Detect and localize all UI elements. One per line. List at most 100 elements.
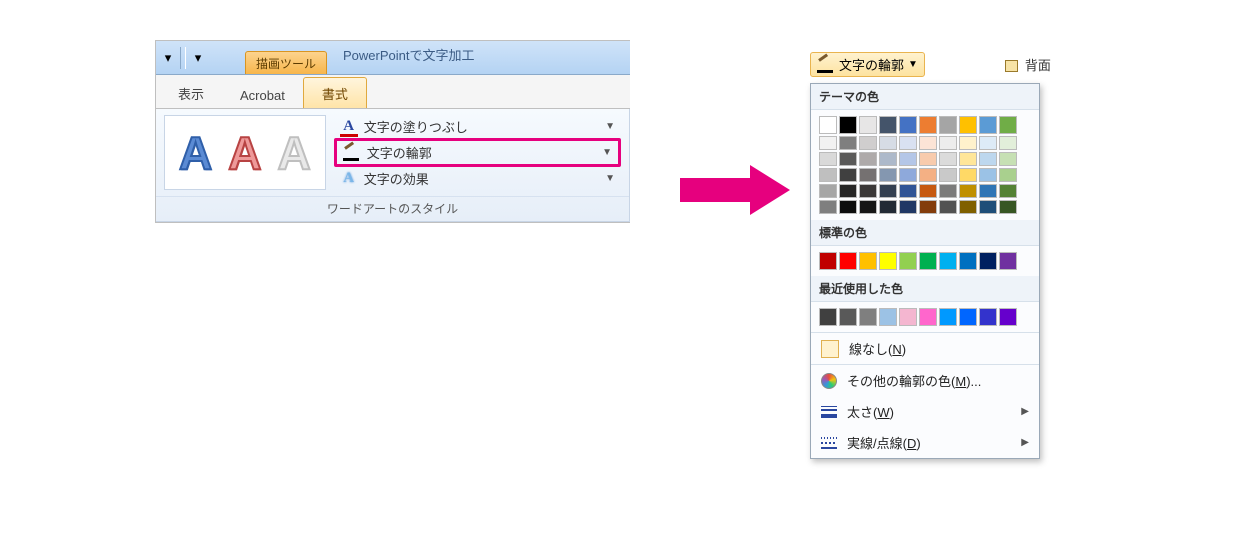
menu-more-outline-colors[interactable]: その他の輪郭の色(M)... xyxy=(811,365,1039,396)
standard-color-7[interactable] xyxy=(959,252,977,270)
theme-shade-5-0[interactable] xyxy=(919,136,937,150)
tab-acrobat[interactable]: Acrobat xyxy=(222,82,303,108)
theme-shade-1-4[interactable] xyxy=(839,200,857,214)
wordart-gallery[interactable]: A A A xyxy=(164,115,326,190)
theme-shade-6-2[interactable] xyxy=(939,168,957,182)
text-effects-button[interactable]: A 文字の効果 ▼ xyxy=(334,167,621,190)
standard-color-9[interactable] xyxy=(999,252,1017,270)
theme-shade-0-1[interactable] xyxy=(819,152,837,166)
text-outline-button[interactable]: 文字の輪郭 ▼ xyxy=(334,138,621,167)
theme-shade-7-0[interactable] xyxy=(959,136,977,150)
send-to-back-button[interactable]: 背面 xyxy=(1005,55,1051,74)
theme-shade-1-3[interactable] xyxy=(839,184,857,198)
wordart-preset-3[interactable]: A xyxy=(277,130,310,176)
annotation-arrow xyxy=(680,160,790,220)
theme-shade-8-0[interactable] xyxy=(979,136,997,150)
recent-color-0[interactable] xyxy=(819,308,837,326)
recent-color-4[interactable] xyxy=(899,308,917,326)
recent-color-2[interactable] xyxy=(859,308,877,326)
recent-color-3[interactable] xyxy=(879,308,897,326)
text-fill-button[interactable]: A 文字の塗りつぶし ▼ xyxy=(334,115,621,138)
theme-color-0[interactable] xyxy=(819,116,837,134)
theme-shade-6-0[interactable] xyxy=(939,136,957,150)
theme-shade-9-4[interactable] xyxy=(999,200,1017,214)
theme-shade-6-4[interactable] xyxy=(939,200,957,214)
theme-shade-3-1[interactable] xyxy=(879,152,897,166)
menu-weight[interactable]: 太さ(W) ▶ xyxy=(811,396,1039,427)
theme-shade-7-1[interactable] xyxy=(959,152,977,166)
theme-shade-4-2[interactable] xyxy=(899,168,917,182)
theme-shade-0-4[interactable] xyxy=(819,200,837,214)
qat-overflow-dropdown[interactable]: ▾ xyxy=(192,45,204,71)
theme-color-9[interactable] xyxy=(999,116,1017,134)
theme-shade-4-4[interactable] xyxy=(899,200,917,214)
theme-shade-7-4[interactable] xyxy=(959,200,977,214)
theme-shade-2-2[interactable] xyxy=(859,168,877,182)
recent-color-6[interactable] xyxy=(939,308,957,326)
theme-shade-1-1[interactable] xyxy=(839,152,857,166)
theme-shade-4-3[interactable] xyxy=(899,184,917,198)
qat-customize-dropdown[interactable]: ▾ xyxy=(162,45,174,71)
theme-shade-7-3[interactable] xyxy=(959,184,977,198)
theme-shade-5-4[interactable] xyxy=(919,200,937,214)
theme-shade-0-0[interactable] xyxy=(819,136,837,150)
theme-shade-4-1[interactable] xyxy=(899,152,917,166)
standard-color-4[interactable] xyxy=(899,252,917,270)
theme-shade-8-1[interactable] xyxy=(979,152,997,166)
theme-shade-3-3[interactable] xyxy=(879,184,897,198)
standard-color-5[interactable] xyxy=(919,252,937,270)
theme-shade-2-0[interactable] xyxy=(859,136,877,150)
theme-shade-9-1[interactable] xyxy=(999,152,1017,166)
theme-shade-2-4[interactable] xyxy=(859,200,877,214)
theme-shade-8-4[interactable] xyxy=(979,200,997,214)
standard-color-3[interactable] xyxy=(879,252,897,270)
recent-color-5[interactable] xyxy=(919,308,937,326)
theme-shade-2-3[interactable] xyxy=(859,184,877,198)
standard-color-2[interactable] xyxy=(859,252,877,270)
theme-shade-3-2[interactable] xyxy=(879,168,897,182)
menu-no-outline[interactable]: 線なし(N) xyxy=(811,333,1039,364)
theme-color-4[interactable] xyxy=(899,116,917,134)
recent-color-9[interactable] xyxy=(999,308,1017,326)
theme-color-6[interactable] xyxy=(939,116,957,134)
tab-format[interactable]: 書式 xyxy=(303,77,367,108)
standard-color-1[interactable] xyxy=(839,252,857,270)
theme-shade-5-2[interactable] xyxy=(919,168,937,182)
tab-view[interactable]: 表示 xyxy=(160,78,222,108)
text-outline-split-button[interactable]: 文字の輪郭 ▼ xyxy=(810,52,925,77)
standard-color-6[interactable] xyxy=(939,252,957,270)
theme-shade-5-3[interactable] xyxy=(919,184,937,198)
theme-shade-8-2[interactable] xyxy=(979,168,997,182)
standard-color-0[interactable] xyxy=(819,252,837,270)
theme-shade-0-3[interactable] xyxy=(819,184,837,198)
theme-color-3[interactable] xyxy=(879,116,897,134)
menu-dashes[interactable]: 実線/点線(D) ▶ xyxy=(811,427,1039,458)
theme-color-8[interactable] xyxy=(979,116,997,134)
recent-color-7[interactable] xyxy=(959,308,977,326)
theme-color-7[interactable] xyxy=(959,116,977,134)
theme-shade-1-2[interactable] xyxy=(839,168,857,182)
standard-color-8[interactable] xyxy=(979,252,997,270)
theme-shade-3-4[interactable] xyxy=(879,200,897,214)
theme-color-5[interactable] xyxy=(919,116,937,134)
recent-color-8[interactable] xyxy=(979,308,997,326)
theme-shade-6-1[interactable] xyxy=(939,152,957,166)
recent-color-1[interactable] xyxy=(839,308,857,326)
theme-shade-7-2[interactable] xyxy=(959,168,977,182)
theme-shade-1-0[interactable] xyxy=(839,136,857,150)
wordart-preset-2[interactable]: A xyxy=(228,130,261,176)
theme-shade-6-3[interactable] xyxy=(939,184,957,198)
theme-shade-9-3[interactable] xyxy=(999,184,1017,198)
wordart-preset-1[interactable]: A xyxy=(179,130,212,176)
theme-shade-2-1[interactable] xyxy=(859,152,877,166)
theme-shade-4-0[interactable] xyxy=(899,136,917,150)
theme-color-1[interactable] xyxy=(839,116,857,134)
theme-color-2[interactable] xyxy=(859,116,877,134)
contextual-tab-drawing-tools: 描画ツール xyxy=(245,51,327,74)
theme-shade-9-0[interactable] xyxy=(999,136,1017,150)
theme-shade-0-2[interactable] xyxy=(819,168,837,182)
theme-shade-5-1[interactable] xyxy=(919,152,937,166)
theme-shade-3-0[interactable] xyxy=(879,136,897,150)
theme-shade-8-3[interactable] xyxy=(979,184,997,198)
theme-shade-9-2[interactable] xyxy=(999,168,1017,182)
